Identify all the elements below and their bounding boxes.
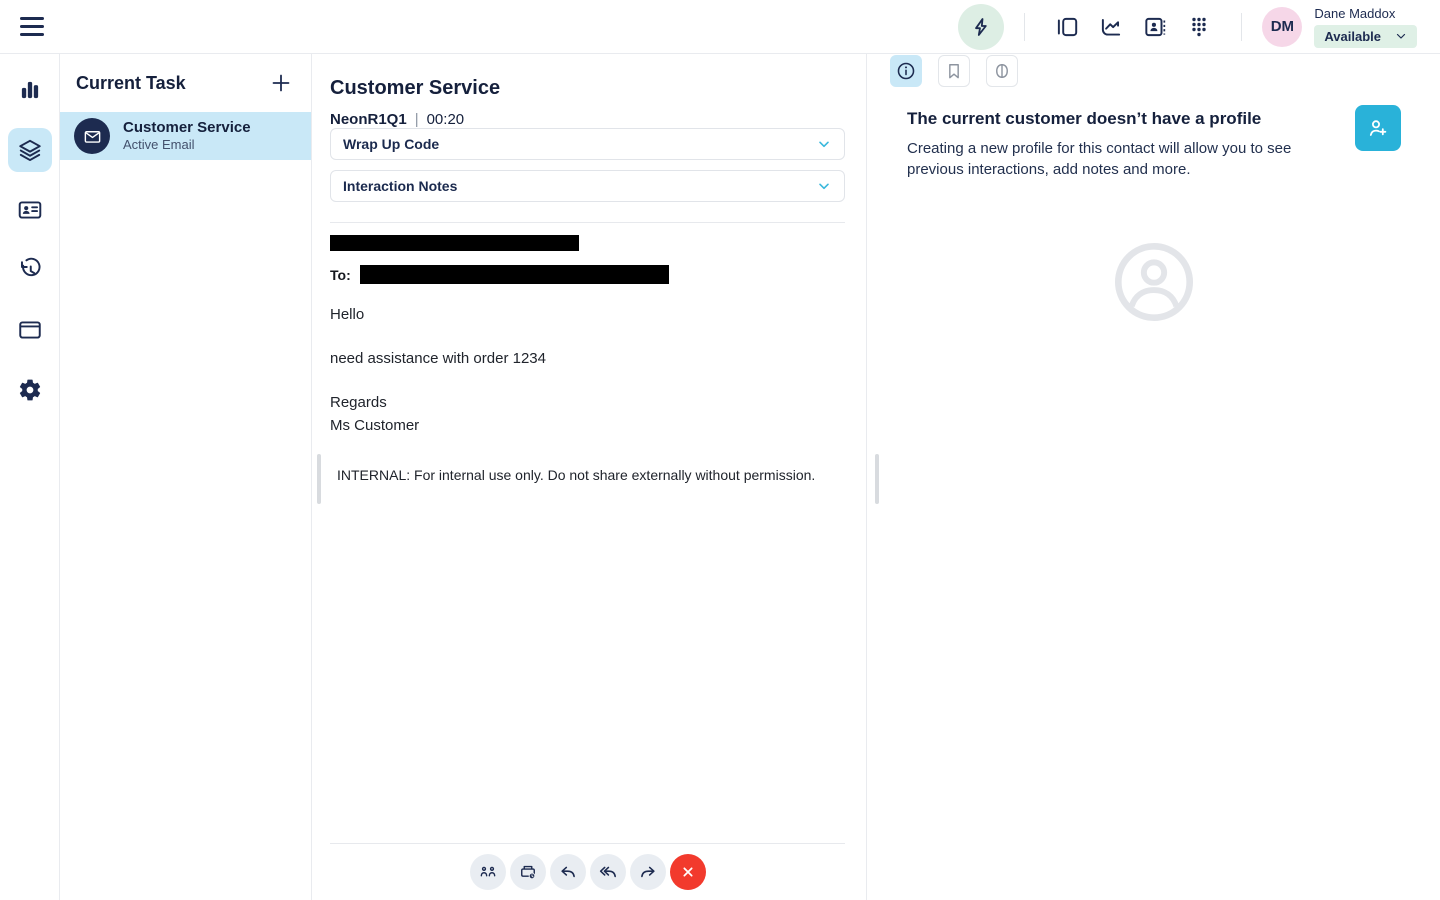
queue-name: NeonR1Q1 [330,111,407,128]
reply-all-icon [598,862,618,882]
user-avatar[interactable]: DM [1262,6,1303,47]
gear-icon [17,377,43,403]
redacted-subject [330,235,579,251]
line-chart-icon [1098,14,1124,40]
user-block: Dane Maddox Available [1314,6,1417,48]
interaction-meta: NeonR1Q1 | 00:20 [330,111,845,128]
nav-activity-button[interactable] [8,68,52,112]
meta-separator: | [414,111,419,128]
tasks-title: Current Task [76,72,186,93]
status-dropdown[interactable]: Available [1314,24,1417,48]
tab-profile-info[interactable] [890,55,922,87]
hamburger-menu-button[interactable] [16,11,48,43]
forward-icon [638,862,658,882]
task-name: Customer Service [123,119,251,136]
no-profile-heading: The current customer doesn’t have a prof… [907,109,1262,128]
nav-settings-button[interactable] [8,368,52,412]
scrollbar-thumb[interactable] [317,454,321,504]
redacted-recipient [359,265,669,284]
tab-bookmarks[interactable] [938,55,970,87]
header-divider [1024,12,1026,41]
customer-profile-panel: The current customer doesn’t have a prof… [866,54,1440,900]
task-subtitle: Active Email [123,137,195,152]
scrollbar-thumb[interactable] [875,454,879,504]
tab-knowledge[interactable] [986,55,1018,87]
tasks-header: Current Task [60,54,311,112]
side-panel-icon [1054,14,1080,40]
nav-interactions-button[interactable] [7,128,52,172]
park-email-button[interactable] [509,854,546,890]
email-to-row: To: [330,265,845,284]
chevron-down-icon [816,136,832,152]
task-item-customer-service[interactable]: Customer Service Active Email [60,112,311,160]
hamburger-bar [20,33,44,36]
history-icon [17,257,43,283]
email-greeting: Hello [330,306,365,323]
chevron-down-icon [816,178,832,194]
hamburger-bar [20,17,44,20]
no-profile-description: Creating a new profile for this contact … [907,140,1292,178]
email-task-avatar [74,118,110,154]
status-label: Available [1324,28,1381,44]
interaction-timer: 00:20 [426,111,465,128]
internal-note: INTERNAL: For internal use only. Do not … [337,467,816,483]
email-divider [330,222,845,223]
contact-book-icon [1142,14,1168,40]
panels-button[interactable] [1045,7,1089,47]
header-actions: DM Dane Maddox Available [958,3,1440,50]
to-label: To: [330,266,351,283]
lightning-icon [969,15,993,39]
performance-button[interactable] [1089,7,1133,47]
transfer-button[interactable] [469,854,506,890]
forward-button[interactable] [629,854,666,890]
plus-icon [269,71,293,95]
end-interaction-button[interactable] [669,854,706,890]
create-profile-button[interactable] [1355,105,1401,151]
interaction-title: Customer Service [330,77,501,99]
dialpad-icon [1187,15,1211,39]
reply-all-button[interactable] [589,854,626,890]
bookmark-icon [944,61,964,81]
interaction-panel: Customer Service NeonR1Q1 | 00:20 Wrap U… [312,54,866,900]
left-nav-rail [0,54,60,900]
email-body: need assistance with order 1234 [330,350,546,367]
browser-window-icon [17,317,43,343]
nav-history-button[interactable] [8,248,52,292]
task-texts: Customer Service Active Email [123,119,251,153]
transfer-people-icon [478,862,498,882]
wrapup-code-label: Wrap Up Code [343,136,440,152]
info-icon [895,60,917,82]
dialpad-button[interactable] [1177,7,1221,47]
quick-actions-button[interactable] [958,3,1005,50]
email-toolbar [330,843,845,900]
layers-icon [17,137,43,163]
reply-icon [558,862,578,882]
add-task-button[interactable] [267,69,295,97]
park-printer-icon [518,862,538,882]
profile-tabs [867,54,1440,87]
directory-button[interactable] [1133,7,1177,47]
close-x-icon [680,864,696,880]
user-name: Dane Maddox [1314,5,1396,21]
bar-chart-icon [17,77,43,103]
interaction-notes-label: Interaction Notes [343,178,458,194]
email-signature: Ms Customer [330,417,420,434]
add-person-icon [1366,116,1390,140]
app-header: DM Dane Maddox Available [0,0,1440,54]
interaction-notes-section[interactable]: Interaction Notes [330,170,845,202]
avatar-placeholder-icon [1112,240,1196,324]
header-divider [1241,12,1243,41]
envelope-icon [83,127,102,146]
current-task-panel: Current Task Customer Service Active Ema… [60,54,312,900]
wrapup-code-section[interactable]: Wrap Up Code [330,128,845,160]
nav-apps-button[interactable] [8,308,52,352]
hamburger-bar [20,25,44,28]
contact-card-icon [17,197,43,223]
chevron-down-icon [1395,30,1407,42]
reply-button[interactable] [549,854,586,890]
nav-contacts-button[interactable] [8,188,52,232]
email-signoff: Regards [330,394,387,411]
brain-icon [992,61,1012,81]
